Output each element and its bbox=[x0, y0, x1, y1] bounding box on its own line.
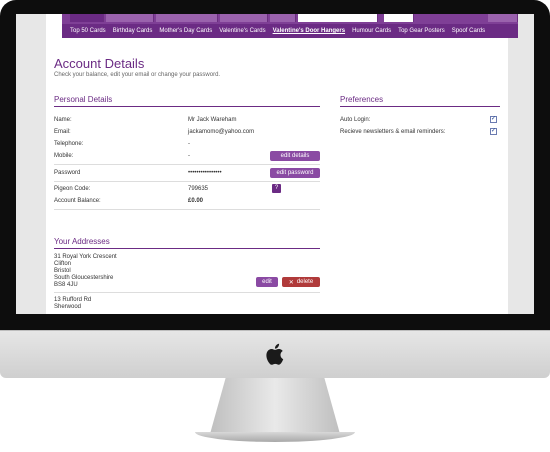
newsletter-label: Recieve newsletters & email reminders: bbox=[340, 129, 446, 135]
auto-login-checkbox[interactable]: ✓ bbox=[490, 116, 497, 123]
address-line: Clifton bbox=[54, 261, 72, 267]
nav-item-birthday[interactable]: Birthday Cards bbox=[113, 28, 153, 34]
address-line: Sherwood bbox=[54, 304, 82, 310]
pigeon-code-label: Pigeon Code: bbox=[54, 186, 91, 192]
password-value: •••••••••••••••• bbox=[188, 170, 222, 176]
top-tab[interactable] bbox=[220, 14, 268, 22]
address-line: South Gloucestershire bbox=[54, 275, 114, 281]
nav-item-door-hangers[interactable]: Valentine's Door Hangers bbox=[273, 28, 345, 34]
account-balance-label: Account Balance: bbox=[54, 198, 101, 204]
close-icon: ✕ bbox=[288, 279, 294, 286]
email-value: jackamomo@yahoo.com bbox=[188, 129, 255, 135]
address-line: 31 Royal York Crescent bbox=[54, 254, 117, 260]
page-subtitle: Check your balance, edit your email or c… bbox=[54, 72, 221, 78]
top-navigation bbox=[62, 14, 518, 24]
search-box[interactable] bbox=[298, 14, 378, 22]
top-tab[interactable] bbox=[156, 14, 218, 22]
pigeon-code-value: 799635 bbox=[188, 186, 209, 192]
address-1: 31 Royal York Crescent Clifton Bristol S… bbox=[54, 254, 117, 289]
name-value: Mr Jack Wareham bbox=[188, 117, 237, 123]
nav-item-humour[interactable]: Humour Cards bbox=[352, 28, 391, 34]
nav-item-top-50[interactable]: Top 50 Cards bbox=[70, 28, 106, 34]
delete-label: delete bbox=[296, 279, 314, 285]
edit-address-button[interactable]: edit bbox=[256, 277, 278, 287]
top-tab[interactable] bbox=[488, 14, 518, 22]
page-title: Account Details bbox=[54, 56, 145, 71]
nav-item-top-gear[interactable]: Top Gear Posters bbox=[398, 28, 445, 34]
address-line: BS8 4JU bbox=[54, 282, 78, 288]
name-label: Name: bbox=[54, 117, 72, 123]
divider bbox=[54, 164, 320, 165]
mobile-value: - bbox=[188, 153, 190, 159]
edit-password-button[interactable]: edit password bbox=[270, 168, 320, 178]
mobile-label: Mobile: bbox=[54, 153, 74, 159]
divider bbox=[54, 292, 320, 293]
preferences-heading: Preferences bbox=[340, 95, 500, 107]
address-line: Bristol bbox=[54, 268, 71, 274]
edit-details-button[interactable]: edit details bbox=[270, 151, 320, 161]
top-tab[interactable] bbox=[70, 14, 104, 22]
nav-item-mothers-day[interactable]: Mother's Day Cards bbox=[159, 28, 212, 34]
top-tab[interactable] bbox=[270, 14, 296, 22]
help-icon[interactable]: ? bbox=[272, 184, 281, 193]
nav-item-valentines[interactable]: Valentine's Cards bbox=[219, 28, 265, 34]
address-line: 13 Rufford Rd bbox=[54, 297, 92, 303]
addresses-heading: Your Addresses bbox=[54, 237, 320, 249]
email-label: Email: bbox=[54, 129, 71, 135]
address-2: 13 Rufford Rd Sherwood bbox=[54, 297, 91, 311]
apple-logo-icon bbox=[266, 343, 284, 365]
nav-item-spoof[interactable]: Spoof Cards bbox=[452, 28, 485, 34]
auto-login-label: Auto Login: bbox=[340, 117, 371, 123]
password-label: Password bbox=[54, 170, 81, 176]
category-navigation: Top 50 Cards Birthday Cards Mother's Day… bbox=[62, 24, 518, 38]
delete-address-button[interactable]: ✕ delete bbox=[282, 277, 320, 287]
telephone-value: - bbox=[188, 141, 190, 147]
divider bbox=[54, 209, 320, 210]
newsletter-checkbox[interactable]: ✓ bbox=[490, 128, 497, 135]
account-balance-value: £0.00 bbox=[188, 198, 204, 204]
search-select[interactable] bbox=[384, 14, 414, 22]
personal-details-heading: Personal Details bbox=[54, 95, 320, 107]
top-tab[interactable] bbox=[106, 14, 154, 22]
telephone-label: Telephone: bbox=[54, 141, 84, 147]
monitor-stand bbox=[210, 378, 340, 434]
divider bbox=[54, 181, 320, 182]
screen: Top 50 Cards Birthday Cards Mother's Day… bbox=[16, 14, 534, 314]
monitor-stand-base bbox=[195, 432, 355, 442]
